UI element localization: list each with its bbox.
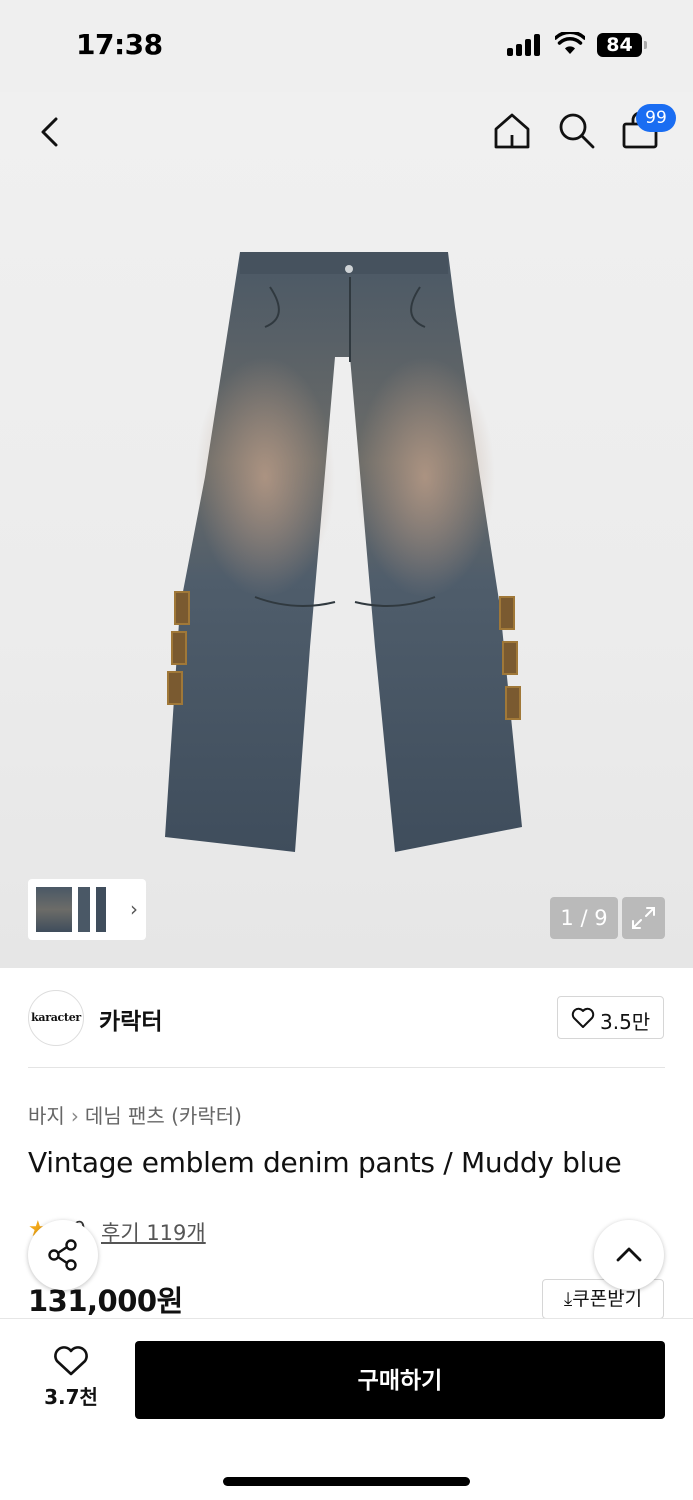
brand-name[interactable]: 카락터 bbox=[99, 1002, 162, 1036]
wish-button[interactable]: 3.7천 bbox=[40, 1345, 102, 1415]
status-time: 17:38 bbox=[76, 28, 163, 61]
brand-like-count: 3.5만 bbox=[600, 1010, 651, 1034]
thumbnail-strip[interactable]: › bbox=[28, 879, 146, 940]
chevron-right-icon: › bbox=[70, 1104, 79, 1128]
download-icon: ⤓ bbox=[563, 1288, 573, 1310]
brand-logo[interactable]: karacter bbox=[28, 990, 84, 1046]
product-image[interactable] bbox=[150, 247, 540, 857]
breadcrumb-category[interactable]: 바지 bbox=[28, 1104, 65, 1128]
chevron-up-icon bbox=[616, 1247, 642, 1262]
home-indicator[interactable] bbox=[223, 1477, 470, 1486]
brand-row: karacter 카락터 3.5만 bbox=[0, 968, 693, 1068]
expand-icon bbox=[632, 907, 655, 929]
page-counter: 1 / 9 bbox=[550, 897, 618, 939]
search-icon[interactable] bbox=[556, 110, 596, 150]
heart-icon bbox=[54, 1346, 88, 1376]
cart-count-badge[interactable]: 99 bbox=[636, 104, 676, 132]
breadcrumb: 바지 › 데님 팬츠 (카락터) bbox=[28, 1100, 242, 1129]
breadcrumb-subcategory[interactable]: 데님 팬츠 (카락터) bbox=[85, 1104, 242, 1128]
review-link[interactable]: 후기 119개 bbox=[101, 1217, 206, 1247]
chevron-right-icon: › bbox=[130, 897, 138, 921]
buy-button[interactable]: 구매하기 bbox=[135, 1341, 665, 1419]
divider bbox=[28, 1067, 665, 1068]
battery-icon: 84 bbox=[597, 33, 647, 57]
wish-count: 3.7천 bbox=[44, 1385, 98, 1409]
wifi-icon bbox=[555, 32, 585, 54]
home-icon[interactable] bbox=[491, 110, 533, 152]
share-button[interactable] bbox=[28, 1220, 98, 1290]
scroll-top-button[interactable] bbox=[594, 1220, 664, 1290]
product-gallery[interactable]: 99 › 1 / 9 bbox=[0, 92, 693, 968]
product-title: Vintage emblem denim pants / Muddy blue bbox=[28, 1146, 622, 1179]
back-icon[interactable] bbox=[30, 112, 70, 152]
battery-level: 84 bbox=[597, 33, 642, 57]
heart-icon bbox=[571, 1007, 595, 1028]
share-icon bbox=[48, 1239, 77, 1271]
status-bar: 17:38 84 bbox=[0, 0, 693, 92]
brand-like-button[interactable]: 3.5만 bbox=[557, 996, 664, 1039]
coupon-label: 쿠폰받기 bbox=[572, 1288, 643, 1310]
cellular-signal-icon bbox=[507, 34, 543, 56]
expand-button[interactable] bbox=[622, 897, 665, 939]
bottom-action-bar: 3.7천 구매하기 bbox=[0, 1318, 693, 1500]
